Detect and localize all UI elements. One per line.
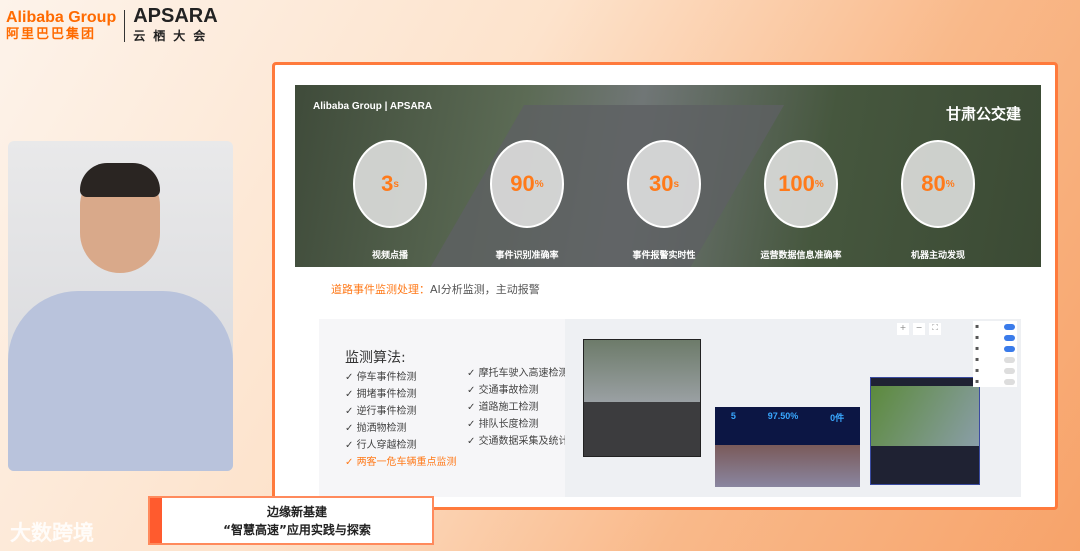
layer-toggle-switch[interactable] — [1004, 356, 1015, 363]
algo-item: ✓ 排队长度检测 — [467, 419, 539, 430]
metric-value: 90% — [490, 140, 564, 228]
partner-logo: 甘肃公交建 — [945, 105, 1021, 123]
algo-item: ✓ 行人穿越检测 — [345, 440, 417, 451]
metric-item: 30 s 事件报警实时性 — [619, 140, 709, 261]
map-view[interactable]: 5 97.50% 0件 + − ⛶ ▪ ▪ ▪ ▪ ▪ ▪ — [565, 319, 1021, 497]
dashboard-popup[interactable]: 5 97.50% 0件 — [715, 407, 860, 487]
metric-item: 3 s 视频点播 — [345, 140, 435, 261]
layer-toggle-switch[interactable] — [1004, 367, 1015, 374]
camera-popup[interactable] — [583, 339, 701, 457]
algo-item-highlight: ✓ 两客一危车辆重点监测 — [345, 457, 457, 468]
metric-value: 30 s — [627, 140, 701, 228]
algo-item: ✓ 抛洒物检测 — [345, 423, 407, 434]
zoom-out-icon[interactable]: − — [913, 323, 925, 335]
event-detail-popup[interactable] — [870, 377, 980, 485]
stat-value: 0件 — [830, 413, 845, 423]
caption-banner: 边缘新基建 “智慧高速”应用实践与探索 — [150, 498, 432, 543]
metric-label: 事件识别准确率 — [495, 251, 559, 261]
metric-value: 100% — [764, 140, 838, 228]
caption-line1: 边缘新基建 — [266, 505, 327, 519]
layer-toggle-switch[interactable] — [1004, 323, 1015, 330]
algo-item: ✓ 逆行事件检测 — [345, 406, 417, 417]
slide-subtitle: 道路事件监测处理：AI分析监测，主动报警 — [331, 283, 540, 296]
metric-label: 机器主动发现 — [910, 251, 965, 261]
layer-toggle-switch[interactable] — [1004, 378, 1015, 385]
algorithm-card: 监测算法: ✓ 停车事件检测 ✓ 拥堵事件检测 ✓ 逆行事件检测 ✓ 抛洒物检测 ✓ 行… — [319, 319, 1021, 497]
metric-value: 3s — [353, 140, 427, 228]
slide-logo: Alibaba Group | APSARA — [313, 101, 433, 112]
alibaba-logo: Alibaba Group 阿里巴巴集团 — [6, 9, 117, 42]
stat-value: 97.50% — [767, 411, 799, 421]
algo-item: ✓ 停车事件检测 — [345, 372, 417, 383]
algo-item: ✓ 摩托车驶入高速检测 — [467, 368, 569, 379]
algo-title: 监测算法: — [345, 350, 406, 366]
watermark: 大数跨境 — [10, 521, 94, 545]
metric-label: 事件报警实时性 — [632, 251, 696, 261]
algo-item: ✓ 拥堵事件检测 — [345, 389, 417, 400]
algo-item: ✓ 交通数据采集及统计 — [467, 436, 569, 447]
layer-toggle-switch[interactable] — [1004, 334, 1015, 341]
conference-logo: Alibaba Group 阿里巴巴集团 APSARA 云栖大会 — [6, 6, 218, 46]
metric-label: 运营数据信息准确率 — [760, 251, 842, 261]
caption-line2: “智慧高速”应用实践与探索 — [223, 523, 371, 537]
fullscreen-icon[interactable]: ⛶ — [929, 323, 941, 335]
metric-item: 80% 机器主动发现 — [893, 140, 983, 261]
metric-item: 100% 运营数据信息准确率 — [756, 140, 846, 261]
presenter-video — [8, 141, 233, 471]
metric-label: 视频点播 — [371, 251, 408, 261]
layer-toggles: ▪ ▪ ▪ ▪ ▪ ▪ — [973, 321, 1017, 387]
metric-value: 80% — [901, 140, 975, 228]
algo-item: ✓ 道路施工检测 — [467, 402, 539, 413]
divider — [124, 10, 126, 42]
apsara-logo: APSARA 云栖大会 — [133, 5, 218, 43]
algo-item: ✓ 交通事故检测 — [467, 385, 539, 396]
presentation-slide: Alibaba Group | APSARA 甘肃公交建 3 s 视频点播 90% 事件… — [272, 62, 1058, 510]
layer-toggle-switch[interactable] — [1004, 345, 1015, 352]
zoom-in-icon[interactable]: + — [897, 323, 909, 335]
metric-item: 90% 事件识别准确率 — [482, 140, 572, 261]
highway-banner: Alibaba Group | APSARA 甘肃公交建 3 s 视频点播 90% 事件… — [295, 85, 1041, 267]
stat-value: 5 — [730, 411, 736, 421]
